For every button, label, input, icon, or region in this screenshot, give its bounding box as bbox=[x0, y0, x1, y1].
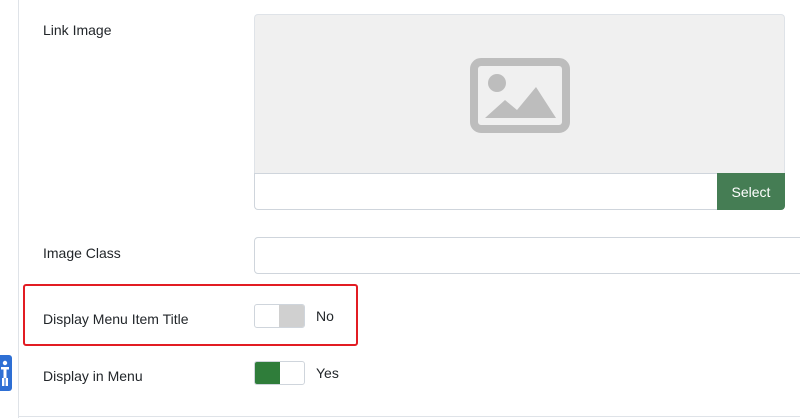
image-placeholder-icon bbox=[470, 58, 570, 133]
link-image-path-input[interactable] bbox=[254, 173, 717, 210]
display-in-menu-state: Yes bbox=[316, 365, 339, 381]
display-menu-item-title-switch[interactable] bbox=[254, 304, 305, 328]
menu-item-link-type-panel: Link Image Select Image Class Display Me… bbox=[0, 0, 800, 419]
display-in-menu-label: Display in Menu bbox=[43, 368, 143, 384]
image-class-label: Image Class bbox=[43, 245, 121, 261]
switch-knob bbox=[279, 305, 304, 327]
link-image-preview bbox=[254, 14, 785, 173]
display-menu-item-title-label: Display Menu Item Title bbox=[43, 311, 189, 327]
link-image-select-button[interactable]: Select bbox=[717, 173, 785, 210]
switch-knob bbox=[255, 362, 280, 384]
display-in-menu-switch[interactable] bbox=[254, 361, 305, 385]
image-class-input[interactable] bbox=[254, 237, 800, 274]
accessibility-button[interactable] bbox=[0, 355, 12, 391]
panel-bottom-border bbox=[18, 416, 800, 417]
accessibility-icon bbox=[1, 360, 9, 386]
display-menu-item-title-state: No bbox=[316, 308, 334, 324]
panel-left-border bbox=[18, 0, 19, 418]
link-image-label: Link Image bbox=[43, 22, 112, 38]
